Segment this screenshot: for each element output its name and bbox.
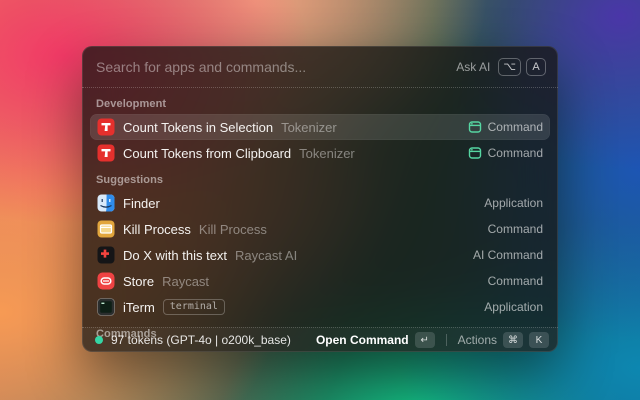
token-count-status: 97 tokens (GPT-4o | o200k_base) <box>111 333 291 347</box>
item-type: Application <box>484 300 543 314</box>
iterm-icon <box>97 298 115 316</box>
footer-divider <box>446 334 447 346</box>
actions-button[interactable]: Actions <box>458 333 497 347</box>
terminal-badge: terminal <box>163 299 225 315</box>
a-keycap: A <box>526 58 546 76</box>
list-item-do-x-with-this-text[interactable]: Do X with this text Raycast AI AI Comman… <box>90 242 550 268</box>
open-command-button[interactable]: Open Command <box>316 333 409 347</box>
list-item-kill-process[interactable]: Kill Process Kill Process Command <box>90 216 550 242</box>
item-subtitle: Raycast AI <box>235 248 297 263</box>
list-item-iterm[interactable]: iTerm terminal Application <box>90 294 550 320</box>
section-header-development: Development <box>90 90 550 114</box>
item-subtitle: Tokenizer <box>299 146 355 161</box>
item-title: Kill Process <box>123 222 191 237</box>
cmd-keycap: ⌘ <box>503 332 523 348</box>
k-keycap: K <box>529 332 549 348</box>
raycast-launcher-window: Search for apps and commands... Ask AI ⌥… <box>82 46 558 352</box>
raycast-ai-icon <box>97 246 115 264</box>
item-title: iTerm <box>123 300 155 315</box>
item-accessory: Application <box>484 196 543 210</box>
option-keycap: ⌥ <box>498 58 521 76</box>
item-accessory: Command <box>488 274 543 288</box>
section-header-suggestions: Suggestions <box>90 166 550 190</box>
tokenizer-icon <box>97 118 115 136</box>
store-icon <box>97 272 115 290</box>
list-item-store[interactable]: Store Raycast Command <box>90 268 550 294</box>
list-item-count-tokens-in-selection[interactable]: Count Tokens in Selection Tokenizer Comm… <box>90 114 550 140</box>
status-dot-icon <box>95 336 103 344</box>
item-title: Count Tokens from Clipboard <box>123 146 291 161</box>
tokenizer-icon <box>97 144 115 162</box>
item-title: Count Tokens in Selection <box>123 120 273 135</box>
item-type: Command <box>488 274 543 288</box>
item-accessory: AI Command <box>473 248 543 262</box>
kill-process-icon <box>97 220 115 238</box>
search-bar: Search for apps and commands... Ask AI ⌥… <box>82 46 558 88</box>
footer-actions: Open Command ↵ Actions ⌘ K <box>316 332 549 348</box>
item-title: Store <box>123 274 154 289</box>
command-icon <box>468 146 482 160</box>
item-type: AI Command <box>473 248 543 262</box>
item-accessory: Command <box>468 120 543 134</box>
item-accessory: Command <box>468 146 543 160</box>
item-subtitle: Tokenizer <box>281 120 337 135</box>
results-list: Development Count Tokens in Selection To… <box>82 88 558 344</box>
item-title: Do X with this text <box>123 248 227 263</box>
desktop-wallpaper: { "window": { "search": { "placeholder":… <box>0 0 640 400</box>
item-type: Application <box>484 196 543 210</box>
item-type: Command <box>488 146 543 160</box>
ask-ai-label: Ask AI <box>456 60 490 74</box>
item-type: Command <box>488 120 543 134</box>
item-subtitle: Kill Process <box>199 222 267 237</box>
item-accessory: Command <box>488 222 543 236</box>
item-title: Finder <box>123 196 160 211</box>
finder-icon <box>97 194 115 212</box>
return-keycap: ↵ <box>415 332 435 348</box>
item-type: Command <box>488 222 543 236</box>
search-input[interactable]: Search for apps and commands... <box>96 59 456 75</box>
footer-bar: 97 tokens (GPT-4o | o200k_base) Open Com… <box>82 327 558 352</box>
list-item-count-tokens-from-clipboard[interactable]: Count Tokens from Clipboard Tokenizer Co… <box>90 140 550 166</box>
item-subtitle: Raycast <box>162 274 209 289</box>
command-icon <box>468 120 482 134</box>
ask-ai-button[interactable]: Ask AI ⌥ A <box>456 58 546 76</box>
list-item-finder[interactable]: Finder Application <box>90 190 550 216</box>
item-accessory: Application <box>484 300 543 314</box>
